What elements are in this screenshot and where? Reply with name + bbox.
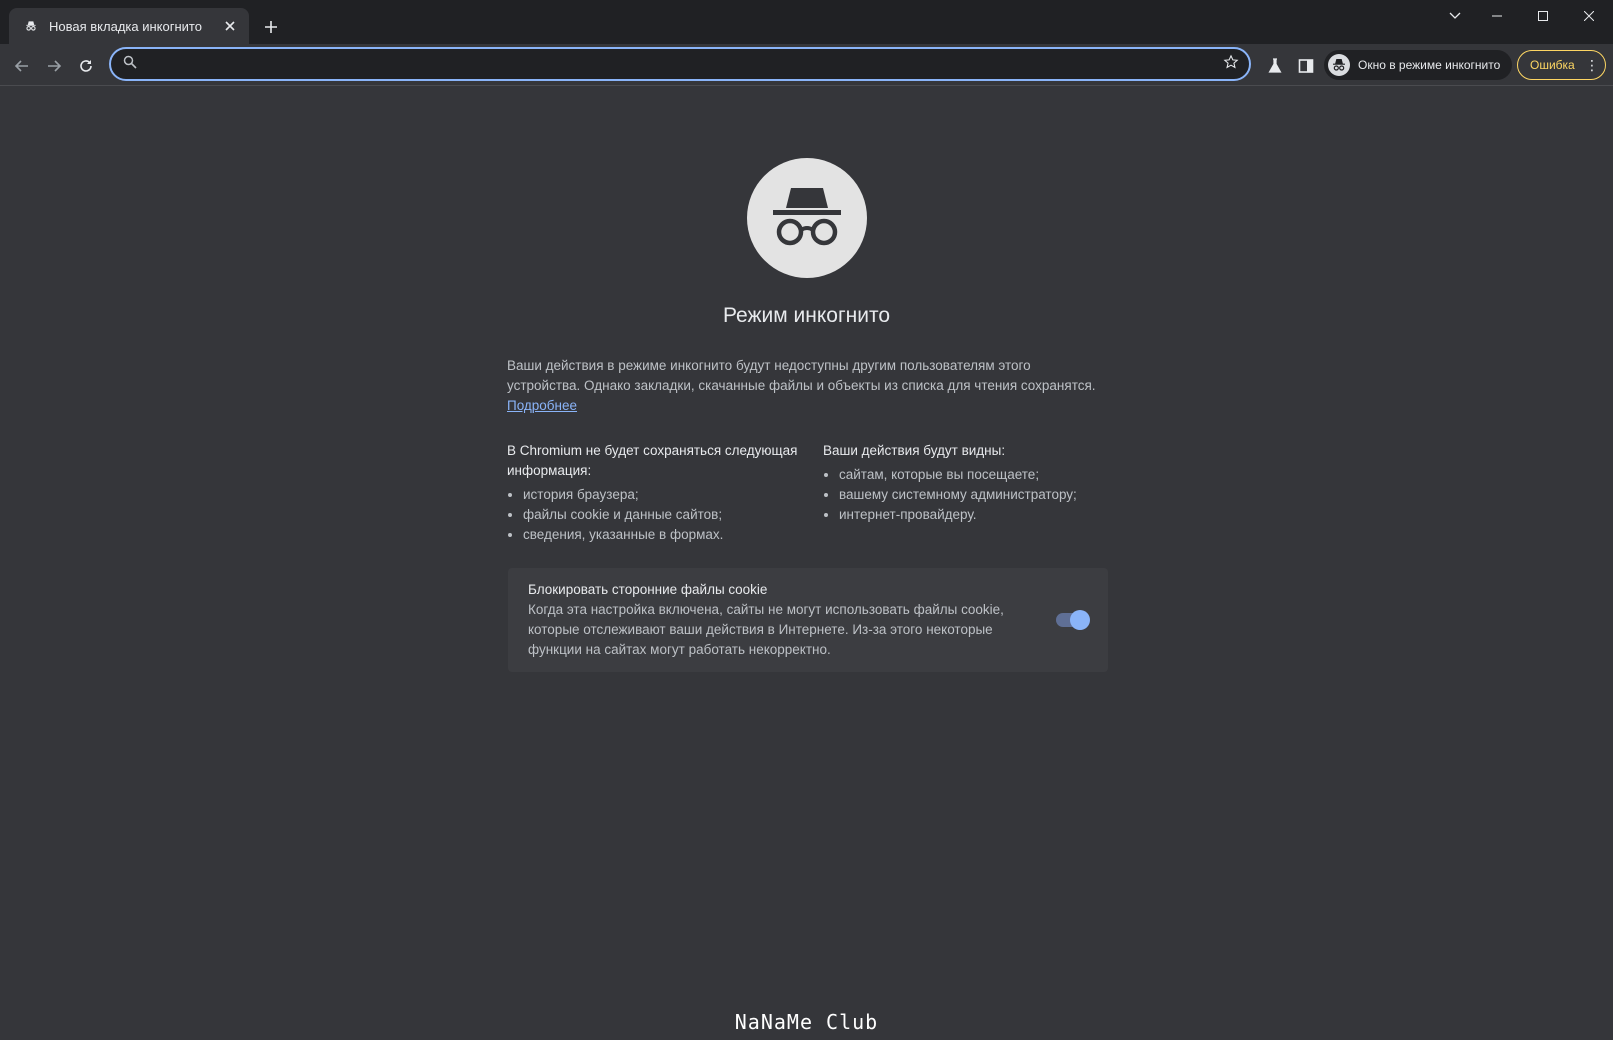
address-input[interactable] xyxy=(145,56,1223,72)
minimize-button[interactable] xyxy=(1474,0,1520,32)
incognito-icon xyxy=(23,18,39,34)
more-icon[interactable]: ⋮ xyxy=(1585,58,1599,72)
intro-text: Ваши действия в режиме инкогнито будут н… xyxy=(507,356,1107,416)
reload-button[interactable] xyxy=(72,52,100,80)
cookie-title: Блокировать сторонние файлы cookie xyxy=(528,582,768,597)
tab-close-icon[interactable] xyxy=(221,17,239,35)
list-item: файлы cookie и данные сайтов; xyxy=(523,505,807,525)
intro-paragraph: Ваши действия в режиме инкогнито будут н… xyxy=(507,358,1096,393)
error-label: Ошибка xyxy=(1530,58,1575,72)
list-item: интернет-провайдеру. xyxy=(839,505,1123,525)
new-tab-button[interactable] xyxy=(258,14,284,40)
incognito-hero-icon xyxy=(747,158,867,278)
not-saved-heading: В Chromium не будет сохраняться следующа… xyxy=(507,443,798,478)
tab-strip: Новая вкладка инкогнито xyxy=(0,0,1613,44)
bookmark-star-icon[interactable] xyxy=(1223,54,1239,75)
tab-search-chevron-down-icon[interactable] xyxy=(1432,0,1478,32)
not-saved-section: В Chromium не будет сохраняться следующа… xyxy=(507,441,807,545)
list-item: сайтам, которые вы посещаете; xyxy=(839,465,1123,485)
ntp-incognito-page: Режим инкогнито Ваши действия в режиме и… xyxy=(0,86,1613,1040)
list-item: сведения, указанные в формах. xyxy=(523,525,807,545)
learn-more-link[interactable]: Подробнее xyxy=(507,396,1107,416)
page-title: Режим инкогнито xyxy=(722,304,891,327)
incognito-profile-chip[interactable]: Окно в режиме инкогнито xyxy=(1324,50,1512,80)
cookie-description: Когда эта настройка включена, сайты не м… xyxy=(528,602,1004,657)
block-cookies-toggle[interactable] xyxy=(1056,610,1090,630)
forward-button[interactable] xyxy=(40,52,68,80)
list-item: история браузера; xyxy=(523,485,807,505)
labs-icon[interactable] xyxy=(1261,52,1289,80)
maximize-button[interactable] xyxy=(1520,0,1566,32)
close-window-button[interactable] xyxy=(1566,0,1612,32)
visible-to-section: Ваши действия будут видны: сайтам, котор… xyxy=(823,441,1123,525)
toggle-knob xyxy=(1070,610,1090,630)
error-menu-button[interactable]: Ошибка ⋮ xyxy=(1517,50,1606,80)
cookie-controls-card: Блокировать сторонние файлы cookie Когда… xyxy=(508,568,1108,672)
incognito-avatar-icon xyxy=(1328,54,1350,76)
profile-chip-label: Окно в режиме инкогнито xyxy=(1358,58,1501,72)
toolbar: Окно в режиме инкогнито Ошибка ⋮ xyxy=(0,44,1613,86)
watermark-logo: NaNaMe Club xyxy=(734,1010,879,1034)
back-button[interactable] xyxy=(8,52,36,80)
search-icon xyxy=(123,55,137,74)
tab-incognito[interactable]: Новая вкладка инкогнито xyxy=(9,8,249,44)
address-bar[interactable] xyxy=(109,47,1251,81)
visible-to-heading: Ваши действия будут видны: xyxy=(823,443,1006,458)
tab-title: Новая вкладка инкогнито xyxy=(49,18,202,34)
list-item: вашему системному администратору; xyxy=(839,485,1123,505)
side-panel-icon[interactable] xyxy=(1292,52,1320,80)
